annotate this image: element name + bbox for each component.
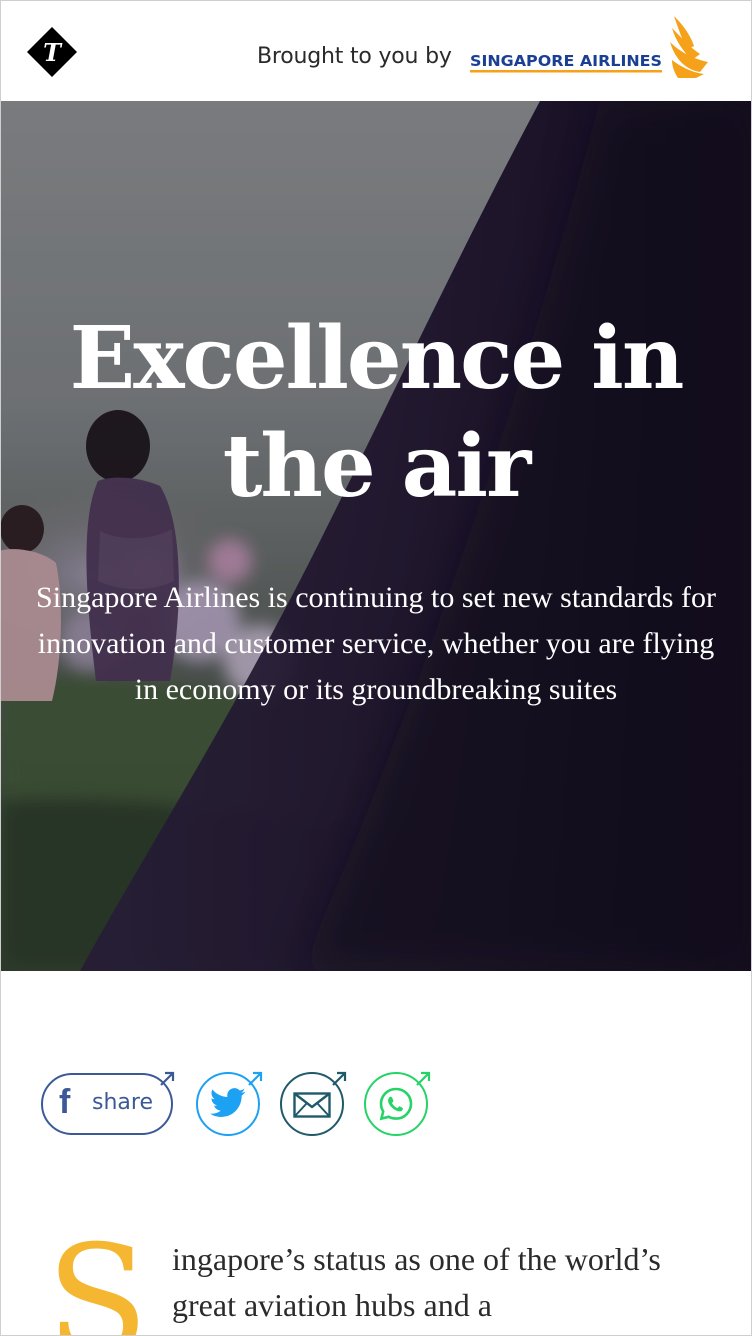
whatsapp-share-button[interactable]: [364, 1070, 434, 1136]
singapore-airlines-logo[interactable]: SINGAPORE AIRLINES: [468, 14, 716, 78]
hero-background-image: [0, 101, 752, 971]
twitter-icon: [210, 1088, 246, 1117]
external-arrow-icon: [416, 1071, 431, 1086]
facebook-share-label: share: [92, 1090, 153, 1115]
sponsor-name: SINGAPORE AIRLINES: [470, 52, 662, 70]
email-share-button[interactable]: [280, 1070, 350, 1136]
external-arrow-icon: [332, 1071, 347, 1086]
share-bar: f share: [40, 1070, 460, 1136]
hero-subtitle: Singapore Airlines is continuing to set …: [36, 581, 716, 706]
singapore-airlines-bird-icon: [670, 16, 708, 78]
whatsapp-icon: [379, 1087, 413, 1121]
twitter-share-button[interactable]: [196, 1070, 266, 1136]
article-intro: ingapore’s status as one of the world’s …: [172, 1241, 661, 1323]
svg-text:T: T: [43, 38, 63, 67]
external-arrow-icon: [160, 1071, 175, 1086]
hero-title: Excellence in the air: [69, 308, 685, 517]
telegraph-logo-icon[interactable]: T: [26, 26, 78, 78]
external-arrow-icon: [248, 1071, 263, 1086]
article-dropcap: S: [46, 1214, 149, 1336]
sponsor-prefix: Brought to you by: [257, 44, 452, 69]
facebook-share-button[interactable]: f share: [40, 1070, 176, 1136]
sponsor-header: T Brought to you by SINGAPORE AIRLINES: [0, 0, 752, 101]
hero-banner: Excellence in the air Singapore Airlines…: [0, 101, 752, 971]
email-icon: [293, 1092, 331, 1118]
facebook-icon: f: [59, 1083, 71, 1121]
